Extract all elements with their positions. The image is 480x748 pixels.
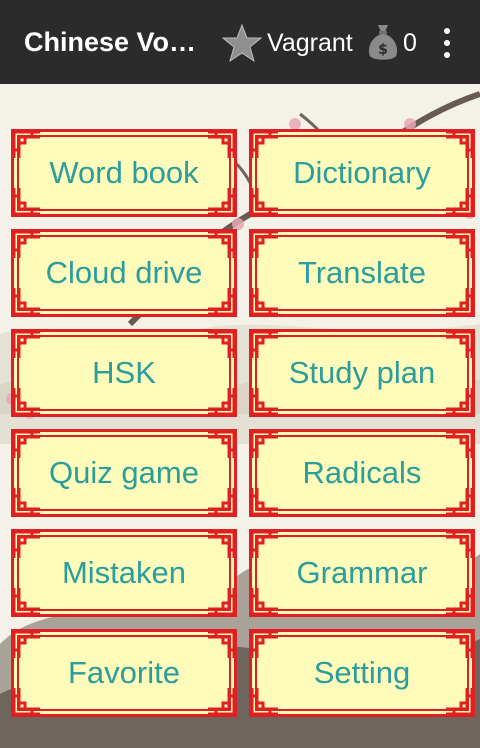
menu-tile-label: Word book xyxy=(49,155,199,190)
frame-corner-ornament xyxy=(444,230,474,260)
app-title: Chinese Vo… xyxy=(24,27,197,57)
frame-corner-ornament xyxy=(12,130,42,160)
frame-corner-ornament xyxy=(250,686,280,716)
menu-tile-label: HSK xyxy=(92,355,156,390)
frame-corner-ornament xyxy=(444,586,474,616)
menu-tile-label: Grammar xyxy=(296,555,428,590)
menu-tile-mistaken[interactable]: Mistaken xyxy=(11,529,237,617)
frame-corner-ornament xyxy=(12,386,42,416)
svg-text:$: $ xyxy=(378,42,388,58)
frame-corner-ornament xyxy=(12,630,42,660)
frame-corner-ornament xyxy=(250,386,280,416)
frame-corner-ornament xyxy=(12,686,42,716)
frame-corner-ornament xyxy=(12,530,42,560)
menu-tile-hsk[interactable]: HSK xyxy=(11,329,237,417)
menu-tile-label: Translate xyxy=(297,255,427,290)
frame-corner-ornament xyxy=(444,330,474,360)
menu-tile-grammar[interactable]: Grammar xyxy=(249,529,475,617)
frame-corner-ornament xyxy=(12,486,42,516)
frame-corner-ornament xyxy=(444,430,474,460)
frame-corner-ornament xyxy=(444,530,474,560)
menu-tile-radicals[interactable]: Radicals xyxy=(249,429,475,517)
frame-corner-ornament xyxy=(206,530,236,560)
menu-tile-label: Radicals xyxy=(302,455,422,490)
frame-corner-ornament xyxy=(250,530,280,560)
frame-corner-ornament xyxy=(250,486,280,516)
menu-tile-study-plan[interactable]: Study plan xyxy=(249,329,475,417)
menu-tile-label: Cloud drive xyxy=(45,255,203,290)
frame-corner-ornament xyxy=(206,230,236,260)
frame-corner-ornament xyxy=(250,630,280,660)
overflow-menu-icon[interactable] xyxy=(434,24,460,62)
star-icon[interactable] xyxy=(222,24,262,62)
menu-tile-favorite[interactable]: Favorite xyxy=(11,629,237,717)
menu-tile-word-book[interactable]: Word book xyxy=(11,129,237,217)
frame-corner-ornament xyxy=(12,230,42,260)
frame-corner-ornament xyxy=(444,130,474,160)
main-content: Word book Dictionary Cloud drive Translate H… xyxy=(0,84,480,748)
menu-tile-label: Study plan xyxy=(288,355,436,390)
menu-tile-label: Quiz game xyxy=(49,455,199,490)
frame-corner-ornament xyxy=(206,186,236,216)
frame-corner-ornament xyxy=(206,330,236,360)
frame-corner-ornament xyxy=(12,186,42,216)
frame-corner-ornament xyxy=(250,330,280,360)
frame-corner-ornament xyxy=(206,430,236,460)
menu-tile-label: Mistaken xyxy=(61,555,187,590)
frame-corner-ornament xyxy=(250,186,280,216)
menu-tile-dictionary[interactable]: Dictionary xyxy=(249,129,475,217)
frame-corner-ornament xyxy=(444,686,474,716)
menu-tile-setting[interactable]: Setting xyxy=(249,629,475,717)
frame-corner-ornament xyxy=(444,630,474,660)
frame-corner-ornament xyxy=(250,586,280,616)
frame-corner-ornament xyxy=(250,230,280,260)
frame-corner-ornament xyxy=(12,286,42,316)
frame-corner-ornament xyxy=(444,286,474,316)
frame-corner-ornament xyxy=(12,430,42,460)
frame-corner-ornament xyxy=(12,586,42,616)
frame-corner-ornament xyxy=(250,430,280,460)
frame-corner-ornament xyxy=(12,330,42,360)
money-bag-icon[interactable]: $ xyxy=(366,22,400,62)
user-name[interactable]: Vagrant xyxy=(267,27,353,59)
menu-tile-translate[interactable]: Translate xyxy=(249,229,475,317)
frame-corner-ornament xyxy=(206,586,236,616)
frame-corner-ornament xyxy=(444,186,474,216)
menu-tile-cloud-drive[interactable]: Cloud drive xyxy=(11,229,237,317)
frame-corner-ornament xyxy=(444,386,474,416)
frame-corner-ornament xyxy=(206,130,236,160)
menu-tile-label: Dictionary xyxy=(293,155,431,190)
frame-corner-ornament xyxy=(444,486,474,516)
menu-tile-quiz-game[interactable]: Quiz game xyxy=(11,429,237,517)
menu-tile-label: Favorite xyxy=(68,655,180,690)
frame-corner-ornament xyxy=(206,386,236,416)
app-bar: Chinese Vo… Vagrant $ 0 xyxy=(0,0,480,84)
menu-tile-label: Setting xyxy=(313,655,411,690)
frame-corner-ornament xyxy=(250,286,280,316)
frame-corner-ornament xyxy=(206,286,236,316)
coin-count: 0 xyxy=(403,29,417,57)
frame-corner-ornament xyxy=(206,486,236,516)
frame-corner-ornament xyxy=(206,630,236,660)
frame-corner-ornament xyxy=(250,130,280,160)
frame-corner-ornament xyxy=(206,686,236,716)
